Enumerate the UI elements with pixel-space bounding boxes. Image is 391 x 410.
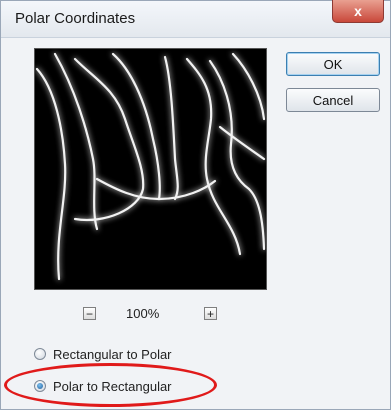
zoom-in-button[interactable]: + [204,307,217,320]
plus-icon: + [206,307,214,321]
highlight-annotation [4,363,217,407]
zoom-out-button[interactable]: − [83,307,96,320]
dialog-body: OK Cancel − 100% + Rectangular to Polar … [1,38,390,409]
ok-button[interactable]: OK [286,52,380,76]
option-rectangular-to-polar[interactable]: Rectangular to Polar [34,345,172,363]
zoom-controls: − 100% + [81,305,221,325]
dialog-title: Polar Coordinates [15,10,136,27]
close-button[interactable]: x [332,0,384,23]
polar-coordinates-dialog: Polar Coordinates x OK Cancel − 100% + R… [0,0,391,410]
radio-rectangular-to-polar[interactable] [34,348,46,360]
preview-image [35,52,266,281]
cancel-button[interactable]: Cancel [286,88,380,112]
rectangular-to-polar-label: Rectangular to Polar [53,346,172,362]
minus-icon: − [85,307,93,321]
filter-preview[interactable] [34,48,267,290]
close-icon: x [354,3,362,19]
title-bar[interactable]: Polar Coordinates x [1,0,390,38]
zoom-level: 100% [126,306,160,321]
